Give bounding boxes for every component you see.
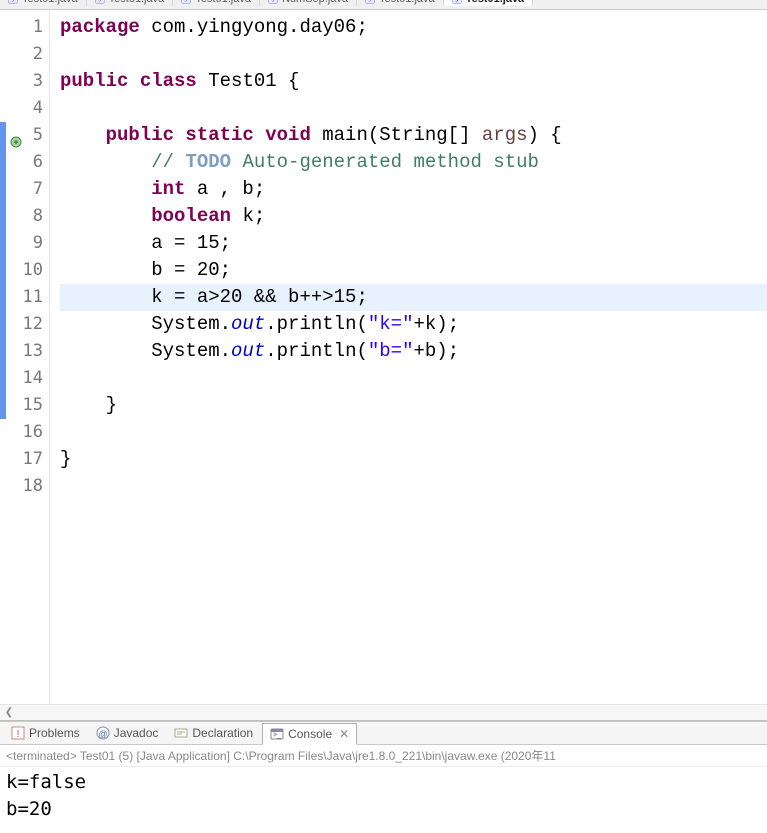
code-editor[interactable]: package com.yingyong.day06; public class… [50,10,767,704]
console-output[interactable]: k=falseb=20 [0,767,767,833]
line-number: 18 [0,473,43,500]
code-line[interactable]: public class Test01 { [60,68,767,95]
editor-area: 123456789101112131415161718 package com.… [0,10,767,721]
bottom-tab-declaration[interactable]: Declaration [167,723,260,743]
code-line[interactable]: package com.yingyong.day06; [60,14,767,41]
bottom-tab-label: Console [288,727,332,741]
console-process-header: <terminated> Test01 (5) [Java Applicatio… [0,745,767,767]
code-line[interactable]: k = a>20 && b++>15; [60,284,767,311]
line-number: 1 [0,14,43,41]
code-line[interactable]: a = 15; [60,230,767,257]
line-number: 13 [0,338,43,365]
bottom-tab-label: Declaration [192,726,253,740]
line-number: 3 [0,68,43,95]
editor-tab[interactable]: J Test01.java [357,0,444,6]
code-line[interactable]: } [60,446,767,473]
code-line[interactable] [60,365,767,392]
editor-tab[interactable]: J Test01.java [173,0,260,6]
bottom-tab-console[interactable]: >_ Console ✕ [262,723,357,745]
editor-tab-label: Test01.java [195,0,251,5]
line-number: 14 [0,365,43,392]
code-line[interactable]: boolean k; [60,203,767,230]
method-override-icon[interactable] [10,130,22,142]
line-number: 6 [0,149,43,176]
editor-tab[interactable]: J Test01.java [444,0,534,6]
code-line[interactable]: public static void main(String[] args) { [60,122,767,149]
bottom-tab-label: Problems [29,726,80,740]
line-number: 17 [0,446,43,473]
code-line[interactable]: b = 20; [60,257,767,284]
line-number: 4 [0,95,43,122]
code-line[interactable] [60,419,767,446]
editor-tabs: J Test01.java J Test01.java J Test01.java J Num… [0,0,767,10]
editor-tab-label: Test01.java [466,0,525,5]
close-icon[interactable]: ✕ [339,727,349,741]
line-number: 10 [0,257,43,284]
java-file-icon: J [365,0,375,4]
line-number: 2 [0,41,43,68]
code-line[interactable] [60,41,767,68]
editor-tab[interactable]: J Test01.java [87,0,174,6]
code-line[interactable]: // TODO Auto-generated method stub [60,149,767,176]
editor-tab-label: Test01.java [22,0,78,5]
scroll-left-arrow[interactable]: ❮ [2,706,16,720]
bottom-tab-label: Javadoc [114,726,159,740]
code-line[interactable] [60,473,767,500]
editor-tab-label: NumSep.java [282,0,348,5]
svg-text:@: @ [98,729,107,739]
console-icon: >_ [270,727,284,741]
editor-tab[interactable]: J NumSep.java [260,0,357,6]
horizontal-scrollbar[interactable]: ❮ [0,704,767,720]
line-number: 8 [0,203,43,230]
java-file-icon: J [95,0,105,4]
problems-icon: ! [11,726,25,740]
code-line[interactable] [60,95,767,122]
java-file-icon: J [268,0,278,4]
javadoc-icon: @ [96,726,110,740]
java-file-icon: J [181,0,191,4]
line-number: 11 [0,284,43,311]
bottom-view-tabs: ! Problems @ Javadoc Declaration >_ Console ✕ [0,721,767,745]
line-number-gutter: 123456789101112131415161718 [0,10,50,704]
java-file-icon: J [8,0,18,4]
bottom-tab-problems[interactable]: ! Problems [4,723,87,743]
line-number: 15 [0,392,43,419]
bottom-tab-javadoc[interactable]: @ Javadoc [89,723,166,743]
svg-text:!: ! [17,729,20,740]
java-file-icon: J [452,0,462,4]
svg-text:>_: >_ [273,732,281,739]
console-line: k=false [6,769,761,796]
line-number: 9 [0,230,43,257]
console-line: b=20 [6,796,761,823]
line-number: 12 [0,311,43,338]
line-number: 16 [0,419,43,446]
code-line[interactable]: int a , b; [60,176,767,203]
editor-tab-label: Test01.java [379,0,435,5]
line-number: 7 [0,176,43,203]
code-line[interactable]: System.out.println("b="+b); [60,338,767,365]
line-number: 5 [0,122,43,149]
editor-tab[interactable]: J Test01.java [0,0,87,6]
code-line[interactable]: } [60,392,767,419]
declaration-icon [174,726,188,740]
editor-tab-label: Test01.java [109,0,165,5]
code-line[interactable]: System.out.println("k="+k); [60,311,767,338]
svg-text:J: J [455,0,458,4]
